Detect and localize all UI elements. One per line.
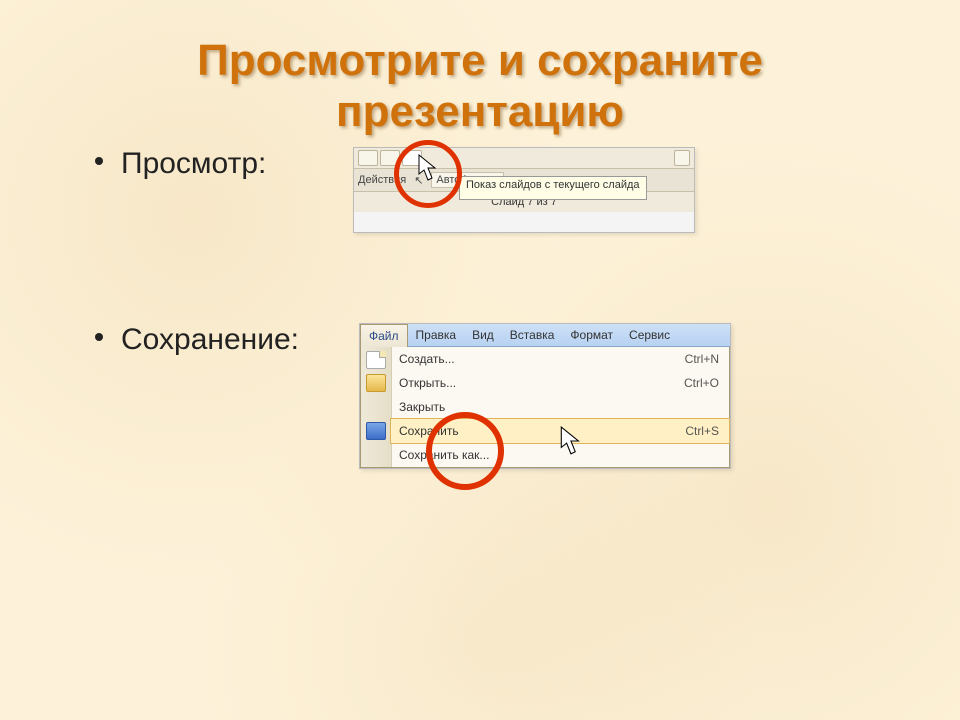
bullet-row-view: Просмотр: Действия ↖ Автофигуры Показ сл… [95, 147, 900, 233]
menu-view[interactable]: Вид [464, 324, 502, 346]
screenshot-clip-save: Файл Правка Вид Вставка Формат Сервис [359, 323, 731, 469]
clip2-wrapper: Файл Правка Вид Вставка Формат Сервис [341, 323, 731, 469]
save-file-icon [366, 422, 386, 440]
menu-insert[interactable]: Вставка [502, 324, 563, 346]
bullet-row-save: Сохранение: Файл Правка Вид Вставка Форм… [95, 323, 900, 469]
tooltip-slideshow: Показ слайдов с текущего слайда [459, 176, 647, 200]
menu-item-shortcut: Ctrl+O [684, 376, 729, 390]
menu-item-shortcut: Ctrl+S [685, 424, 729, 438]
menu-file[interactable]: Файл [360, 324, 408, 347]
open-file-icon [366, 374, 386, 392]
menu-item-label: Открыть... [391, 376, 684, 390]
menu-item-label: Сохранить как... [391, 448, 719, 462]
bullet-label-view: Просмотр: [121, 147, 341, 181]
menu-item-shortcut: Ctrl+N [685, 352, 729, 366]
slide: Просмотрите и сохраните презентацию Прос… [0, 0, 960, 720]
title-line-2: презентацию [336, 87, 624, 136]
menu-item-new[interactable]: Создать... Ctrl+N [391, 347, 729, 371]
bullet-list: Просмотр: Действия ↖ Автофигуры Показ сл… [0, 137, 960, 469]
menu-icon-column [361, 347, 392, 467]
menu-edit[interactable]: Правка [408, 324, 465, 346]
spacer-icon [367, 397, 385, 413]
menubar: Файл Правка Вид Вставка Формат Сервис [360, 324, 730, 347]
file-menu-dropdown: Создать... Ctrl+N Открыть... Ctrl+O Закр… [360, 347, 730, 468]
menu-format[interactable]: Формат [562, 324, 621, 346]
menu-item-label: Создать... [391, 352, 685, 366]
screenshot-clip-view: Действия ↖ Автофигуры Показ слайдов с те… [353, 147, 695, 233]
title-line-1: Просмотрите и сохраните [197, 36, 763, 85]
new-file-icon [366, 351, 386, 369]
menu-item-open[interactable]: Открыть... Ctrl+O [391, 371, 729, 395]
cursor-icon [560, 426, 584, 456]
menu-item-label: Сохранить [391, 424, 685, 438]
bullet-dot-icon [95, 333, 103, 341]
slide-title: Просмотрите и сохраните презентацию [0, 0, 960, 137]
actions-menu[interactable]: Действия [358, 174, 406, 186]
scroll-button[interactable] [674, 150, 690, 166]
bullet-label-save: Сохранение: [121, 323, 341, 357]
view-mode-button[interactable] [358, 150, 378, 166]
spacer-icon [367, 445, 385, 461]
bullet-dot-icon [95, 157, 103, 165]
view-mode-button[interactable] [380, 150, 400, 166]
menu-item-close[interactable]: Закрыть [391, 395, 729, 419]
cursor-icon [418, 154, 440, 182]
clip1-toolbar [354, 148, 694, 169]
menu-item-label: Закрыть [391, 400, 719, 414]
menu-service[interactable]: Сервис [621, 324, 678, 346]
